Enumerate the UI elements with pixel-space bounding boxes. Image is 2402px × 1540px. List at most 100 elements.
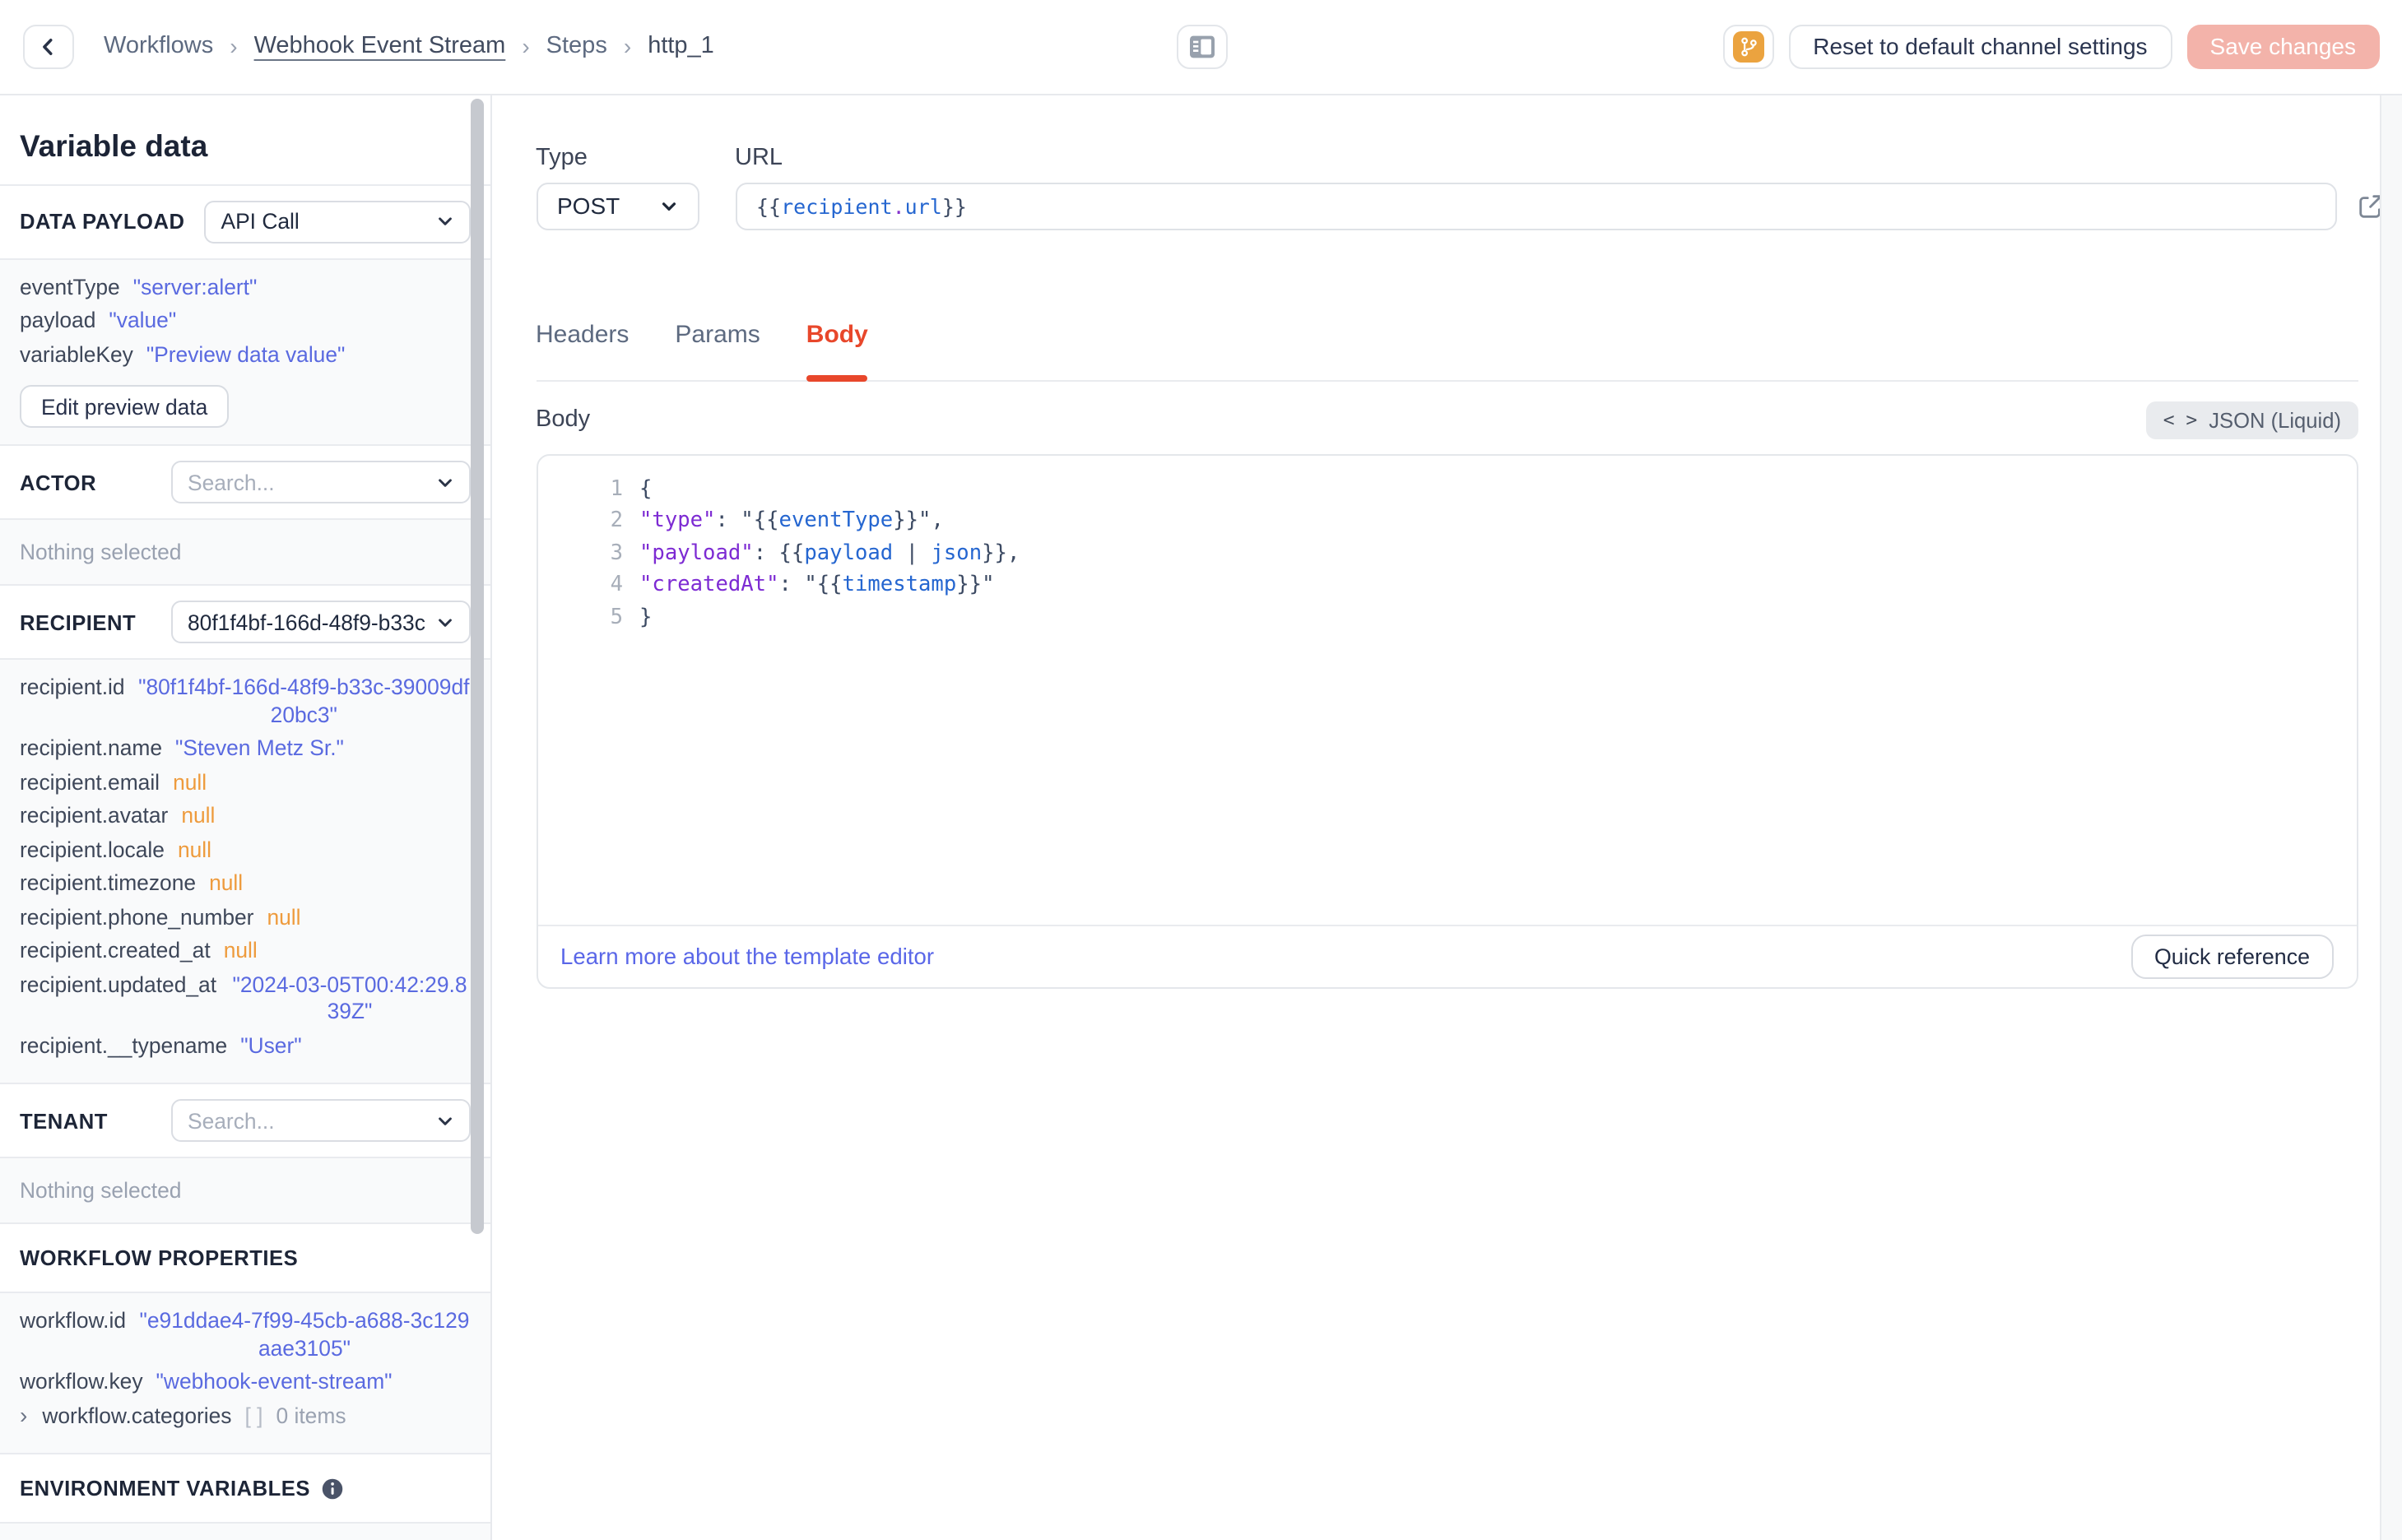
code-icon: < > [2163,408,2198,431]
body-editor-card: 1{2 "type": "{{eventType}}", 3 "payload": {… [536,453,2358,988]
code-text: } [639,605,653,629]
back-button[interactable] [23,24,74,69]
kv-row: recipient.__typename "User" [20,1032,470,1060]
method-select[interactable]: POST [536,182,699,230]
breadcrumb-item[interactable]: http_1 [648,34,714,60]
kv-row: recipient.email null [20,769,470,796]
page-scrollbar-track[interactable] [2379,95,2402,1540]
data-payload-select[interactable]: API Call [204,200,470,243]
kv-row: payload "value" [20,308,470,335]
edit-preview-data-button[interactable]: Edit preview data [20,385,230,428]
recipient-label: RECIPIENT [20,610,137,634]
kv-key: recipient.phone_number [20,904,254,929]
sidebar-layout-icon [1190,35,1215,58]
breadcrumb-item[interactable]: Webhook Event Stream [254,34,506,60]
sidebar-title-section: Variable data [0,95,490,185]
tab-params[interactable]: Params [675,318,760,379]
url-token: recipient [781,193,893,218]
workflow-properties-header: WORKFLOW PROPERTIES [0,1224,490,1293]
kv-value: "Preview data value" [146,341,346,366]
breadcrumb-item[interactable]: Workflows [104,34,213,60]
tenant-empty-state: Nothing selected [0,1158,490,1224]
quick-reference-button[interactable]: Quick reference [2130,934,2333,978]
chevron-down-icon [661,202,676,210]
git-branch-icon [1732,30,1764,63]
code-line: 3 "payload": {{payload | json}}, [537,537,2356,569]
sidebar-scrollbar-thumb[interactable] [471,98,484,1233]
recipient-selected-value: 80f1f4bf-166d-48f9-b33c [188,610,425,634]
kv-value: "e91ddae4-7f99-45cb-a688-3c129aae3105" [139,1308,470,1360]
environment-variables-label: ENVIRONMENT VARIABLES [20,1476,310,1501]
line-number: 3 [610,540,623,565]
breadcrumb: Workflows › Webhook Event Stream › Steps › htt… [104,34,714,60]
kv-value: "User" [240,1032,302,1057]
commit-button[interactable] [1722,24,1774,69]
topbar-actions: Reset to default channel settings Save c… [1722,24,2379,69]
kv-row: recipient.created_at null [20,938,470,965]
reset-channel-settings-button[interactable]: Reset to default channel settings [1788,24,2172,69]
data-payload-selected-value: API Call [221,209,300,234]
kv-row[interactable]: › workflow.categories [ ] 0 items [20,1402,470,1430]
type-column: Type POST [536,144,699,230]
url-label: URL [735,144,783,170]
tenant-search-select[interactable] [171,1099,470,1142]
tab-headers[interactable]: Headers [536,318,629,379]
kv-row: recipient.name "Steven Metz Sr." [20,735,470,763]
kv-value: null [181,803,216,828]
breadcrumb-item[interactable]: Steps [546,34,607,60]
kv-value: "Steven Metz Sr." [175,735,344,760]
code-line: 2 "type": "{{eventType}}", [537,505,2356,537]
kv-key: recipient.avatar [20,803,169,828]
breadcrumb-separator: › [522,33,530,60]
recipient-section: RECIPIENT 80f1f4bf-166d-48f9-b33c [0,586,490,660]
code-text: "type": "{{eventType}}", [639,508,944,533]
url-input[interactable]: {{recipient. url}} [735,182,2336,230]
chevron-right-icon[interactable]: › [20,1402,27,1430]
kv-row: recipient.phone_number null [20,904,470,931]
kv-value: null [209,870,244,895]
body-header-row: Body < > JSON (Liquid) [536,401,2358,438]
toggle-sidebar-button[interactable] [1177,25,1228,69]
actor-search-input[interactable] [188,470,425,494]
template-editor-help-link[interactable]: Learn more about the template editor [560,944,934,968]
variable-data-sidebar: Variable data DATA PAYLOAD API Call even… [0,95,491,1540]
kv-row: eventType "server:alert" [20,274,470,301]
recipient-fields-panel: recipient.id "80f1f4bf-166d-48f9-b33c-390… [0,660,490,1084]
url-token: }} [941,193,967,218]
kv-value: "2024-03-05T00:42:29.839Z" [232,972,467,1023]
line-number: 5 [610,605,623,629]
recipient-select[interactable]: 80f1f4bf-166d-48f9-b33c [171,601,470,643]
kv-key: recipient.updated_at [20,972,217,996]
info-icon [323,1477,344,1499]
data-payload-label: DATA PAYLOAD [20,209,185,234]
kv-brackets: [ ] [244,1403,263,1427]
kv-key: recipient.timezone [20,870,197,895]
tab-body[interactable]: Body [806,318,868,381]
code-text: "payload": {{payload | json}}, [639,540,1020,565]
url-column: URL {{recipient. url}} [735,144,2381,230]
request-config-row: Type POST URL {{recipient. url}} [536,144,2381,230]
line-number: 1 [610,476,623,501]
kv-key: recipient.locale [20,837,165,861]
actor-label: ACTOR [20,470,97,494]
app: Workflows › Webhook Event Stream › Steps › htt… [0,0,2402,1540]
tenant-search-input[interactable] [188,1108,425,1133]
environment-variables-header: ENVIRONMENT VARIABLES [0,1454,490,1524]
chevron-left-icon [43,38,53,55]
kv-key: payload [20,308,96,332]
data-payload-section: DATA PAYLOAD API Call [0,185,490,259]
type-label: Type [536,144,588,170]
tenant-section: TENANT [0,1084,490,1158]
editor-footer: Learn more about the template editor Qui… [537,924,2356,986]
save-changes-button[interactable]: Save changes [2186,24,2379,69]
chevron-down-icon [438,217,451,225]
actor-search-select[interactable] [171,461,470,503]
url-token: . [892,193,905,218]
kv-count: 0 items [276,1403,346,1427]
kv-value: null [223,938,258,962]
kv-key: recipient.id [20,675,125,699]
line-number: 2 [610,508,623,533]
kv-key: variableKey [20,341,133,366]
kv-row: recipient.id "80f1f4bf-166d-48f9-b33c-390… [20,675,470,729]
code-editor[interactable]: 1{2 "type": "{{eventType}}", 3 "payload": {… [537,455,2356,924]
